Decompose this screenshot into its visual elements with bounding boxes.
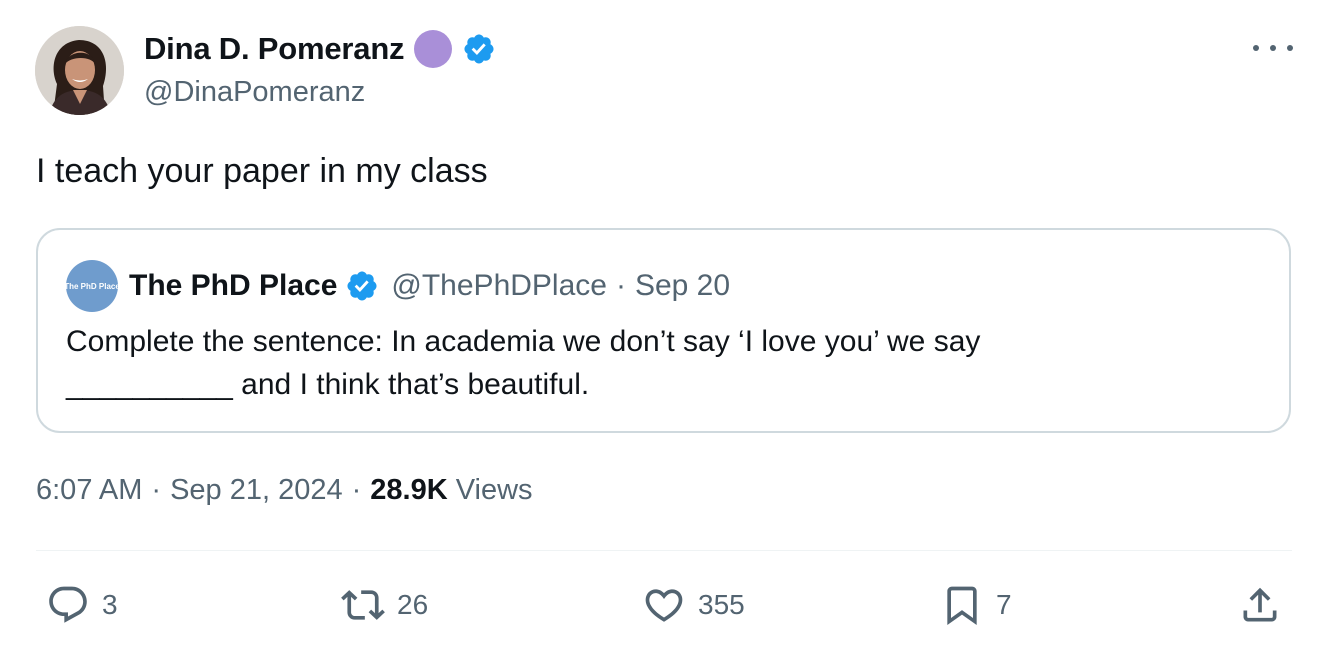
share-icon bbox=[1243, 587, 1277, 622]
quoted-text-line-1: Complete the sentence: In academia we do… bbox=[66, 325, 981, 358]
quoted-separator: · bbox=[615, 269, 626, 302]
quoted-tweet-text: Complete the sentence: In academia we do… bbox=[66, 320, 1246, 406]
views-label: Views bbox=[455, 474, 533, 506]
quoted-tweet[interactable]: The PhD Place The PhD Place @ThePhDPlace… bbox=[36, 228, 1291, 433]
author-handle[interactable]: @DinaPomeranz bbox=[144, 76, 496, 109]
heart-icon bbox=[645, 589, 683, 622]
more-dot bbox=[1253, 45, 1259, 51]
quoted-author-handle[interactable]: @ThePhDPlace bbox=[391, 269, 607, 303]
quoted-author-name[interactable]: The PhD Place bbox=[129, 269, 337, 303]
bookmark-count: 7 bbox=[996, 589, 1012, 620]
bookmark-icon bbox=[947, 586, 977, 626]
quoted-date[interactable]: Sep 20 bbox=[635, 269, 730, 303]
retweet-icon bbox=[341, 590, 385, 620]
reply-count: 3 bbox=[102, 589, 118, 620]
retweet-button[interactable]: 26 bbox=[341, 583, 428, 627]
tweet-text: I teach your paper in my class bbox=[36, 152, 488, 190]
tweet-date[interactable]: Sep 21, 2024 bbox=[170, 474, 343, 507]
reply-icon bbox=[49, 586, 87, 623]
author-display-name[interactable]: Dina D. Pomeranz bbox=[144, 31, 405, 67]
views-count[interactable]: 28.9K bbox=[370, 474, 447, 507]
author-info: Dina D. Pomeranz @DinaPomeranz bbox=[144, 28, 496, 109]
tweet-card: Dina D. Pomeranz @DinaPomeranz I teach y… bbox=[0, 0, 1328, 655]
reply-button[interactable]: 3 bbox=[46, 583, 118, 627]
meta-separator: · bbox=[351, 474, 362, 506]
affiliate-badge-icon[interactable] bbox=[414, 30, 453, 68]
divider bbox=[36, 550, 1292, 551]
retweet-count: 26 bbox=[397, 589, 429, 620]
share-button[interactable] bbox=[1238, 583, 1282, 627]
like-button[interactable]: 355 bbox=[642, 583, 745, 627]
verified-badge-icon[interactable] bbox=[462, 32, 496, 66]
bookmark-button[interactable]: 7 bbox=[940, 583, 1012, 627]
like-count: 355 bbox=[698, 589, 745, 620]
more-dot bbox=[1270, 45, 1276, 51]
meta-separator: · bbox=[151, 474, 162, 506]
author-avatar[interactable] bbox=[35, 26, 124, 115]
more-options-icon[interactable] bbox=[1253, 36, 1293, 60]
quoted-text-line-2: __________ and I think that’s beautiful. bbox=[66, 368, 590, 401]
quoted-tweet-header: The PhD Place The PhD Place @ThePhDPlace… bbox=[66, 260, 730, 312]
author-name-row: Dina D. Pomeranz bbox=[144, 28, 496, 70]
quoted-author-avatar[interactable]: The PhD Place bbox=[66, 260, 118, 312]
more-dot bbox=[1287, 45, 1293, 51]
tweet-time[interactable]: 6:07 AM bbox=[36, 474, 142, 507]
tweet-metadata: 6:07 AM · Sep 21, 2024 · 28.9K Views bbox=[36, 474, 533, 507]
verified-badge-icon bbox=[347, 271, 377, 301]
profile-photo-icon bbox=[35, 26, 124, 115]
quoted-avatar-logo-text: The PhD Place bbox=[66, 281, 118, 291]
